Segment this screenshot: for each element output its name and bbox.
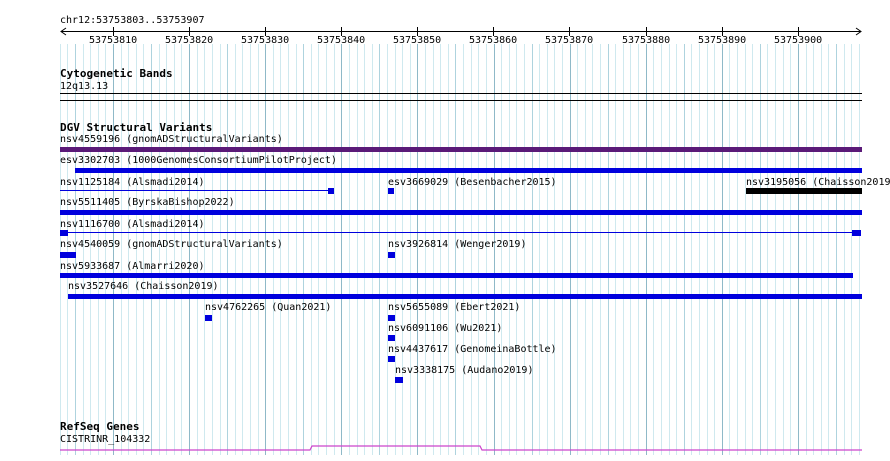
cytoband-line-bottom — [60, 100, 862, 101]
ruler-and-features — [60, 27, 862, 451]
genome-browser-view: chr12:53753803..53753907 53753810 5375382… — [0, 0, 890, 461]
cytoband-line-top — [60, 93, 862, 94]
refseq-gene-line[interactable] — [60, 445, 862, 451]
